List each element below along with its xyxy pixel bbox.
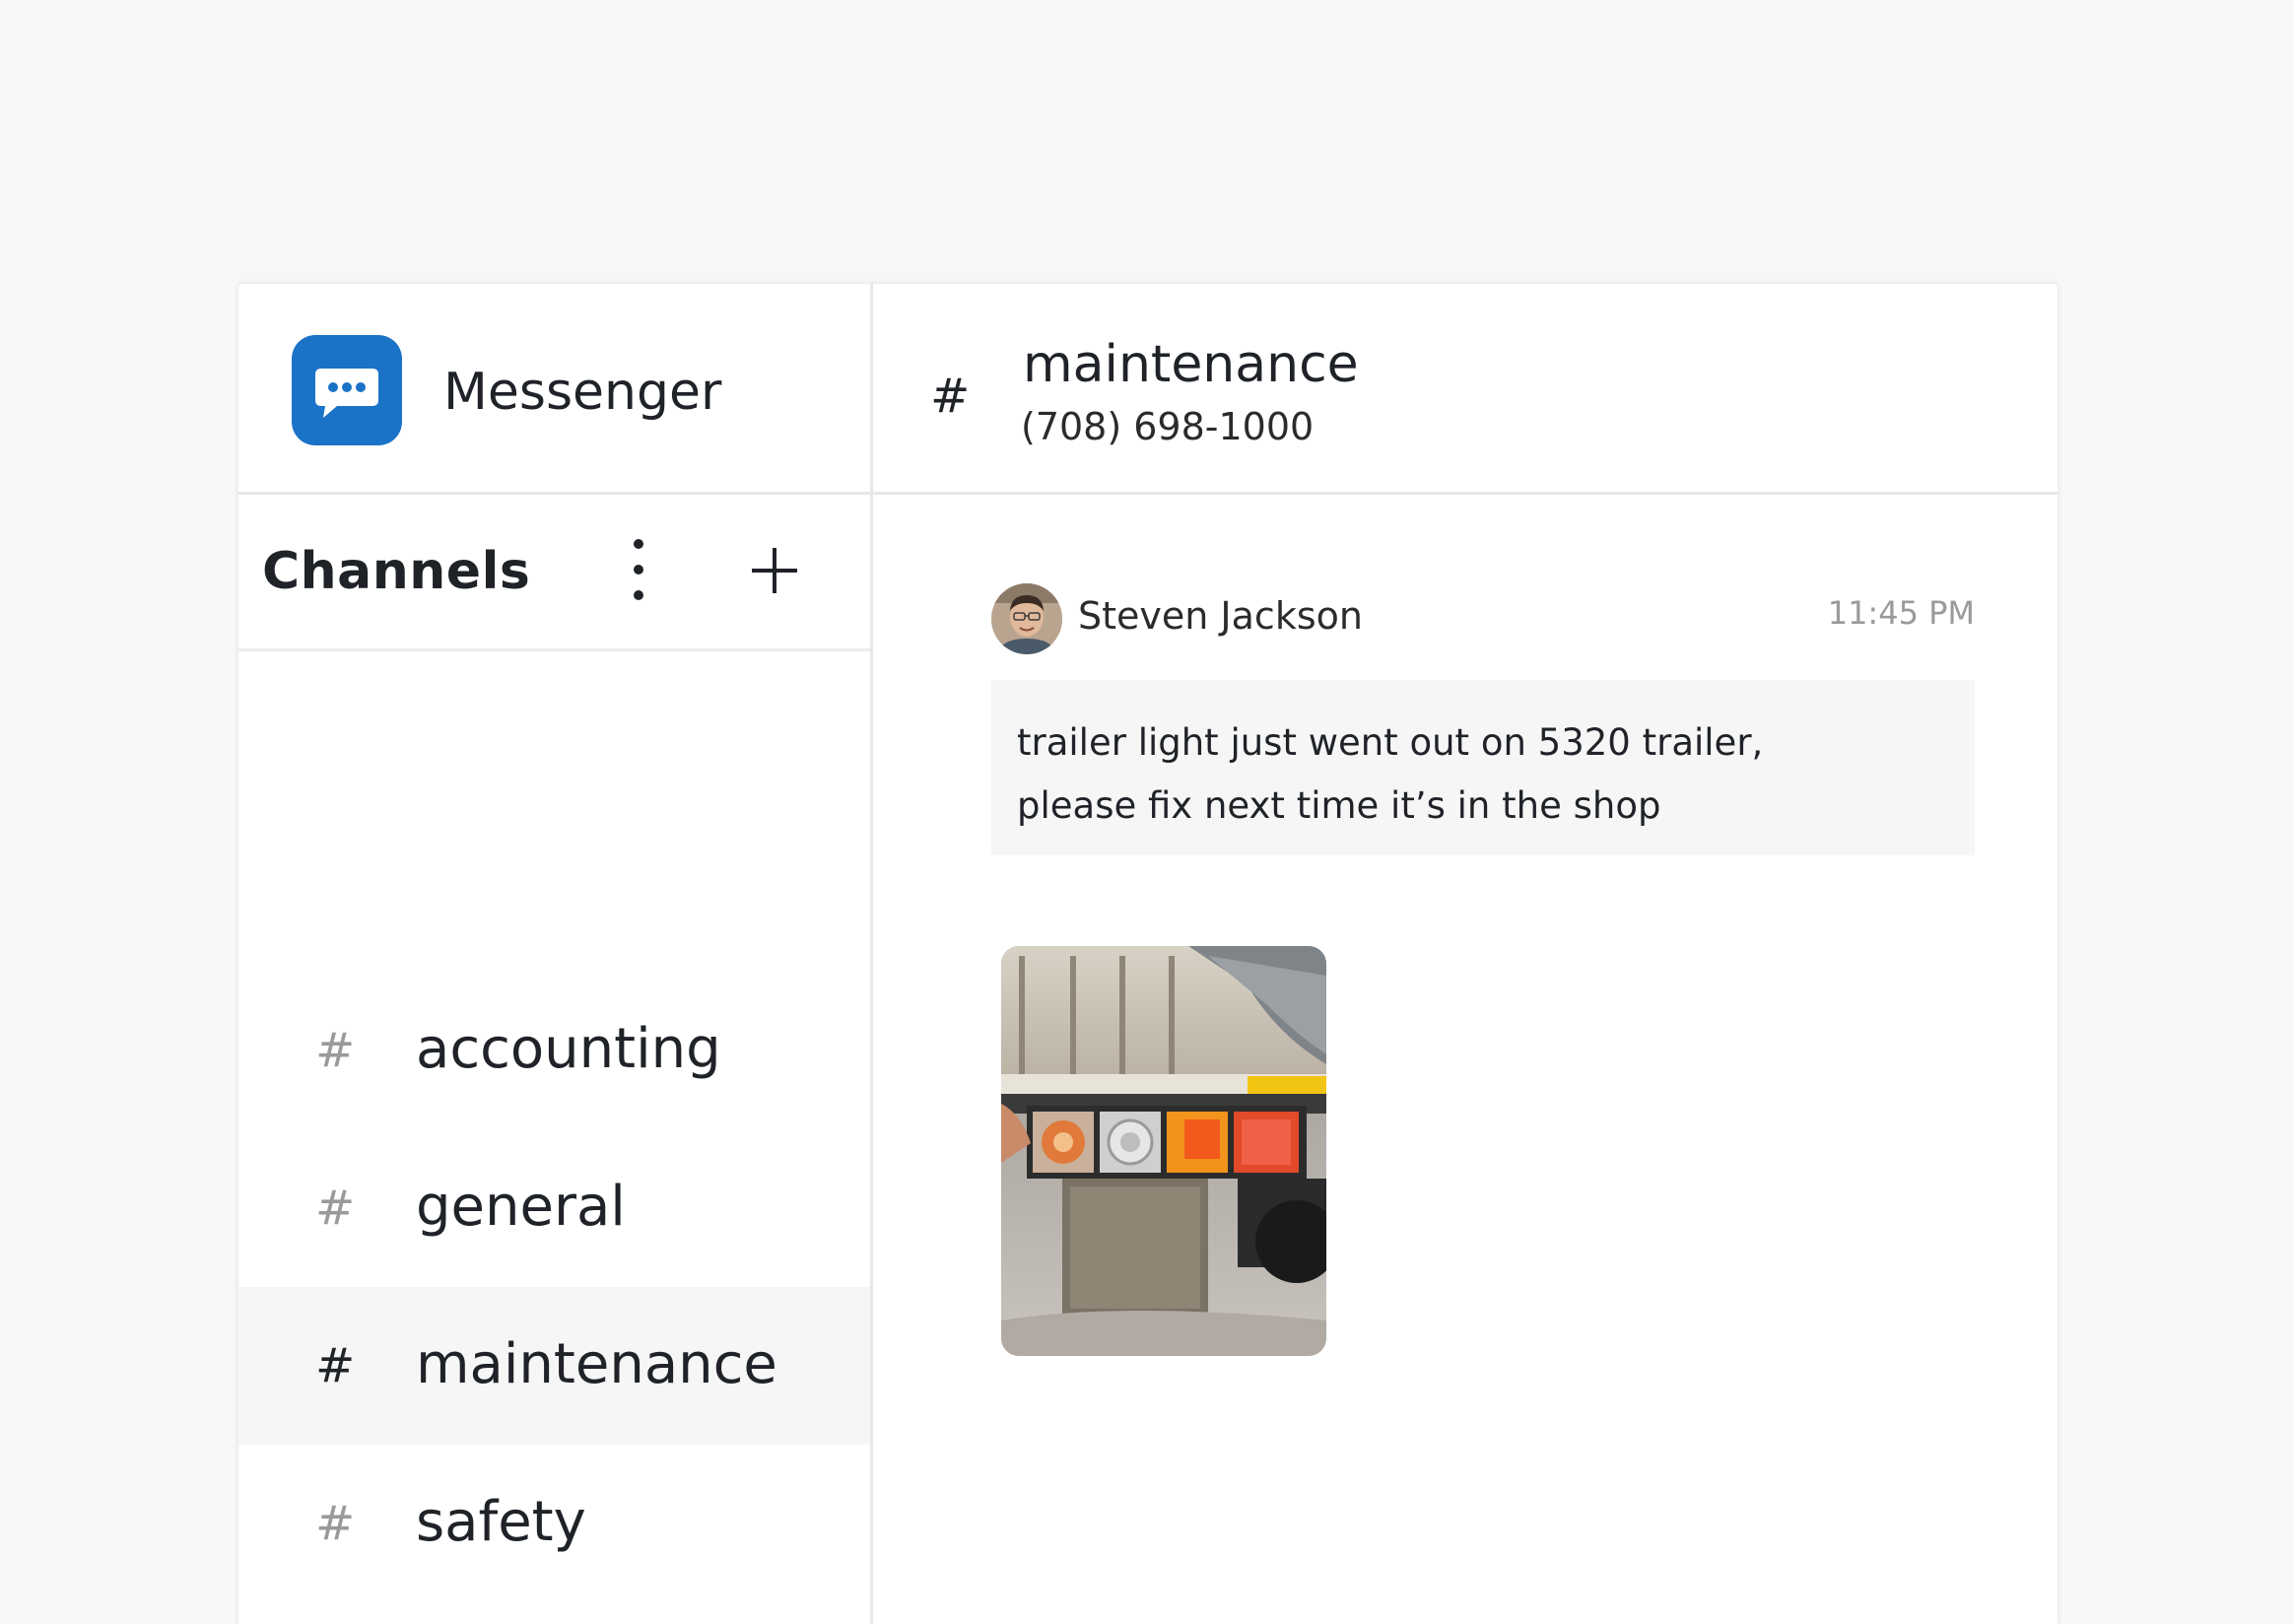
app-header: Messenger: [238, 284, 870, 495]
hash-icon: #: [315, 1023, 356, 1078]
channels-title: Channels: [262, 542, 531, 601]
trailer-light-photo: [1001, 946, 1326, 1356]
photo-attachment[interactable]: [1001, 946, 1326, 1356]
message-text-line: trailer light just went out on 5320 trai…: [1017, 721, 1764, 764]
message-text-line: please fix next time it’s in the shop: [1017, 784, 1661, 827]
vertical-ellipsis-icon: [634, 539, 643, 600]
hash-icon: #: [315, 1496, 356, 1551]
message-author: Steven Jackson: [1078, 594, 1363, 638]
channel-item-general[interactable]: # general: [238, 1129, 870, 1287]
channel-item-maintenance[interactable]: # maintenance: [238, 1287, 870, 1445]
channel-label: general: [416, 1175, 626, 1239]
hash-icon: #: [315, 1181, 356, 1236]
plus-icon: [752, 548, 797, 593]
hash-icon: #: [315, 1338, 356, 1393]
conversation-phone: (708) 698-1000: [1021, 405, 1315, 448]
channels-header: Channels: [238, 495, 870, 651]
channel-label: safety: [416, 1490, 586, 1554]
message-text: trailer light just went out on 5320 trai…: [1017, 711, 1943, 838]
avatar[interactable]: [991, 583, 1062, 654]
sidebar: Messenger Channels # accounting # genera…: [238, 284, 873, 1624]
hash-icon: #: [930, 369, 971, 424]
message-bubble: trailer light just went out on 5320 trai…: [991, 680, 1975, 855]
channel-item-accounting[interactable]: # accounting: [238, 972, 870, 1129]
more-options-button[interactable]: [609, 530, 668, 609]
channel-label: maintenance: [416, 1332, 777, 1396]
conversation-title: maintenance: [1023, 335, 1359, 394]
message-timestamp: 11:45 PM: [1827, 594, 1975, 632]
add-channel-button[interactable]: [745, 536, 804, 605]
channel-item-safety[interactable]: # safety: [238, 1445, 870, 1602]
channel-label: accounting: [416, 1017, 721, 1081]
conversation-header: # maintenance (708) 698-1000: [873, 284, 2058, 495]
messenger-window: Messenger Channels # accounting # genera…: [238, 284, 2058, 1624]
chat-bubble-icon: [292, 335, 402, 445]
app-title: Messenger: [443, 363, 722, 422]
